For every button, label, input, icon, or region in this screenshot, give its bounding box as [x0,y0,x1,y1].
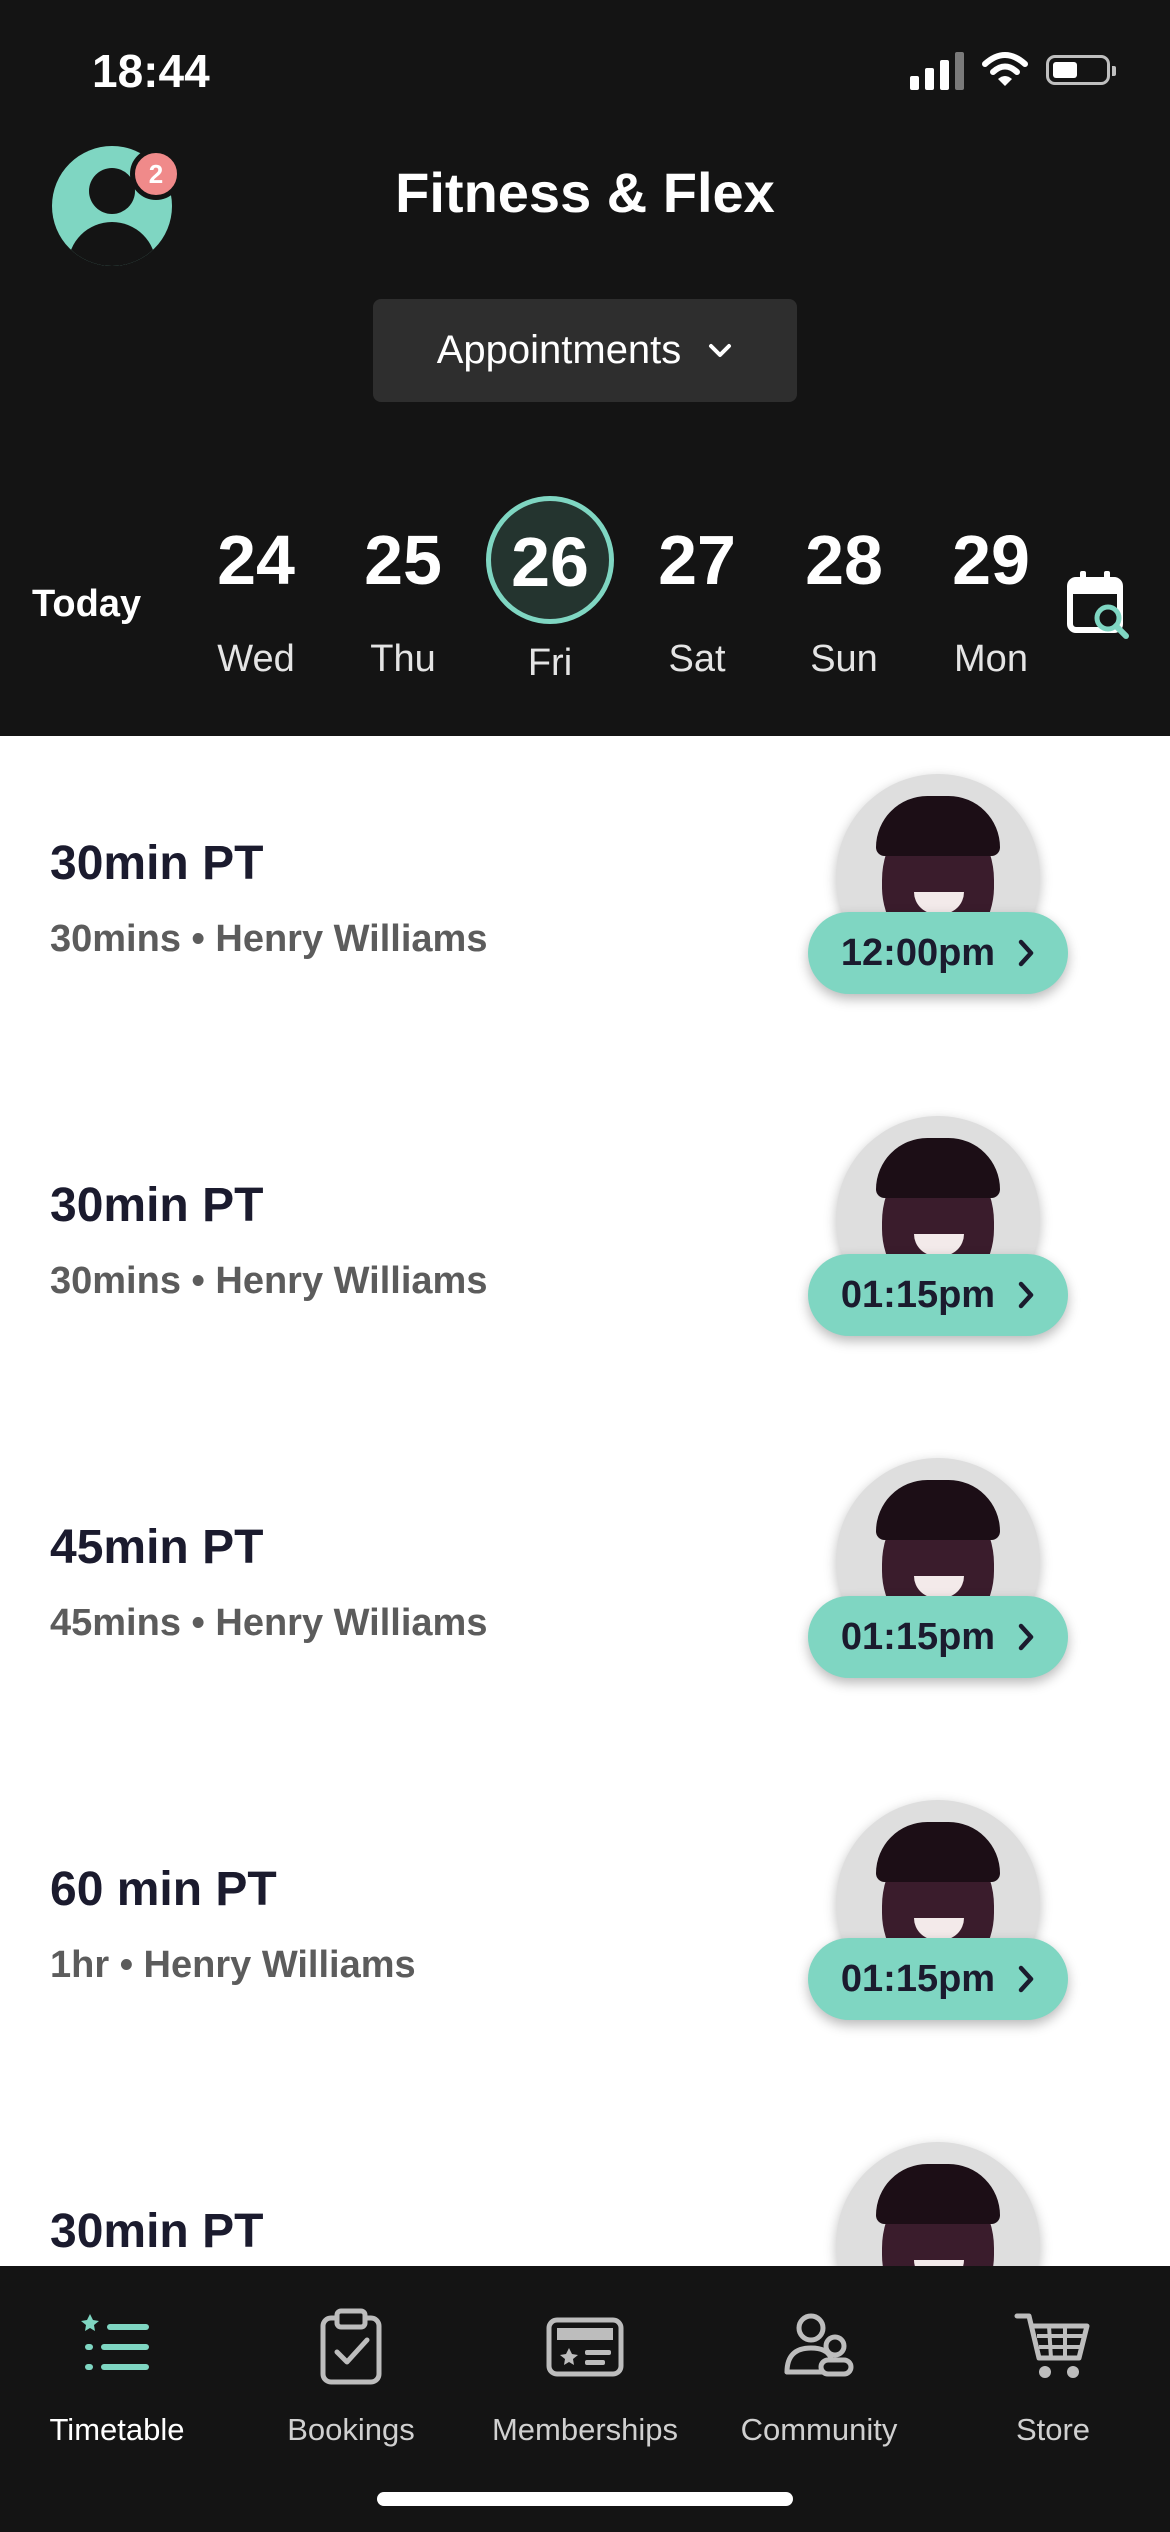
status-icons [910,50,1116,90]
appointment-title: 30min PT [50,2205,264,2258]
time-slot-button[interactable]: 01:15pm [808,1938,1068,2020]
tab-label: Memberships [491,2412,679,2447]
app-title: Fitness & Flex [395,161,775,224]
day-26-selected[interactable]: 26 Fri [480,496,620,685]
day-25[interactable]: 25 Thu [333,500,473,681]
day-27[interactable]: 27 Sat [627,500,767,681]
chevron-right-icon [1018,1965,1034,1993]
wifi-icon [982,52,1028,86]
cart-icon [1014,2313,1090,2378]
today-button[interactable]: Today [32,583,141,626]
tab-label: Timetable [49,2412,185,2447]
people-icon [784,2313,854,2377]
app-header: 18:44 2 Fitness & Flex Appointments Toda… [0,0,1170,736]
appointment-subtitle: 45mins • Henry Williams [50,1602,488,1644]
appointment-row[interactable]: 30min PT [0,2104,1170,2266]
appointment-title: 30min PT [50,1179,264,1232]
appointment-subtitle: 30mins • Henry Williams [50,1260,488,1302]
tab-label: Community [740,2412,898,2447]
appointment-row[interactable]: 45min PT 45mins • Henry Williams 01:15pm [0,1420,1170,1764]
time-slot-button[interactable]: 12:00pm [808,912,1068,994]
tab-memberships[interactable]: Memberships [468,2306,702,2448]
day-24[interactable]: 24 Wed [186,500,326,681]
chevron-right-icon [1018,939,1034,967]
tab-store[interactable]: Store [936,2306,1170,2448]
time-slot-button[interactable]: 01:15pm [808,1254,1068,1336]
appointment-row[interactable]: 30min PT 30mins • Henry Williams 01:15pm [0,1078,1170,1422]
appointment-row[interactable]: 30min PT 30mins • Henry Williams 12:00pm [0,736,1170,1080]
membership-card-icon [546,2317,624,2377]
calendar-search-icon[interactable] [1066,568,1132,642]
home-indicator [377,2492,793,2506]
tab-community[interactable]: Community [702,2306,936,2448]
appointment-title: 60 min PT [50,1863,277,1916]
appointment-subtitle: 1hr • Henry Williams [50,1944,416,1986]
day-28[interactable]: 28 Sun [774,500,914,681]
chevron-down-icon [709,343,732,357]
view-selector-dropdown[interactable]: Appointments [373,299,797,402]
tab-bookings[interactable]: Bookings [234,2306,468,2448]
view-selector-label: Appointments [436,328,682,372]
trainer-photo [836,2142,1040,2266]
chevron-right-icon [1018,1281,1034,1309]
appointment-title: 45min PT [50,1521,264,1574]
tab-label: Bookings [287,2412,415,2447]
status-time: 18:44 [92,45,210,97]
chevron-right-icon [1018,1623,1034,1651]
appointment-title: 30min PT [50,837,264,890]
day-29[interactable]: 29 Mon [921,500,1061,681]
time-slot-button[interactable]: 01:15pm [808,1596,1068,1678]
appointment-subtitle: 30mins • Henry Williams [50,918,488,960]
battery-icon [1046,55,1116,85]
list-icon [81,2314,149,2370]
cellular-signal-icon [910,50,964,90]
tab-timetable[interactable]: Timetable [0,2306,234,2448]
clipboard-check-icon [320,2308,382,2385]
appointment-row[interactable]: 60 min PT 1hr • Henry Williams 01:15pm [0,1762,1170,2106]
tab-label: Store [1015,2412,1091,2447]
